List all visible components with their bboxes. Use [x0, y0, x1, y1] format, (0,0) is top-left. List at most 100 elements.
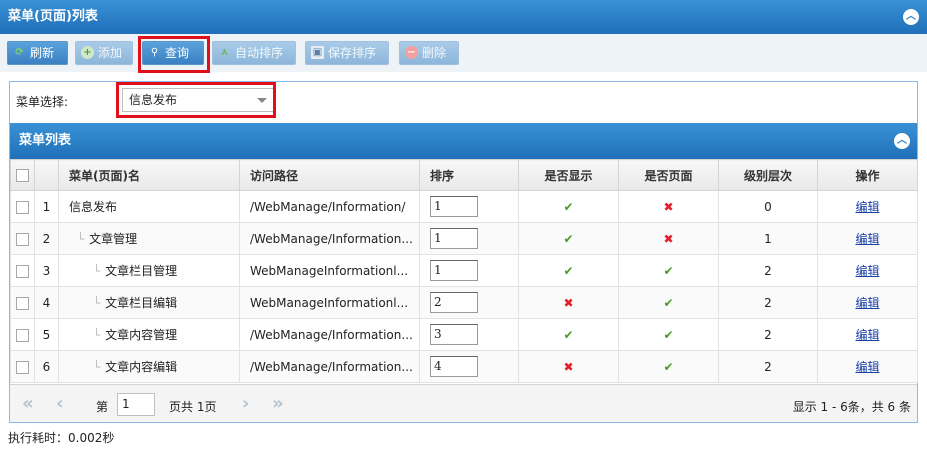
row-number: 6 — [34, 350, 59, 383]
add-button[interactable]: + 添加 — [75, 41, 133, 65]
menu-name: 文章内容编辑 — [105, 360, 178, 374]
cross-icon: ✖ — [563, 359, 574, 374]
menu-table: 菜单(页面)名 访问路径 排序 是否显示 是否页面 级别层次 操作 1 信息发布… — [10, 159, 918, 383]
col-show[interactable]: 是否显示 — [518, 159, 619, 191]
order-cell: 2 — [419, 286, 519, 319]
select-all-cell[interactable] — [10, 159, 35, 191]
collapse-icon[interactable]: ︿ — [903, 9, 919, 25]
action-cell: 编辑 — [817, 350, 918, 383]
exec-time: 执行耗时：0.002秒 — [8, 431, 115, 445]
cross-icon: ✖ — [663, 231, 674, 246]
select-all-checkbox[interactable] — [16, 169, 29, 182]
row-number: 4 — [34, 286, 59, 319]
plus-icon: + — [81, 46, 94, 59]
save-icon: ▣ — [311, 46, 324, 59]
page-number-input[interactable]: 1 — [117, 393, 155, 416]
table-row[interactable]: 4 └ 文章栏目编辑 WebManageInformationl... 2 ✖ ✔ 2 编辑 — [10, 286, 918, 319]
order-input[interactable]: 4 — [430, 356, 478, 377]
page-cell: ✔ — [618, 286, 719, 319]
row-checkbox[interactable] — [16, 296, 29, 310]
col-path[interactable]: 访问路径 — [239, 159, 420, 191]
menu-list-panel: 菜单选择: 信息发布 菜单列表 ︿ 菜单(页面)名 访问路径 排序 是否显示 是… — [9, 81, 918, 423]
menu-name-cell: └ 文章栏目管理 — [58, 254, 240, 287]
level-cell: 1 — [718, 222, 818, 255]
menu-name: 信息发布 — [69, 200, 118, 214]
page-cell: ✖ — [618, 190, 719, 223]
order-input[interactable]: 1 — [430, 228, 478, 249]
row-checkbox[interactable] — [16, 200, 29, 214]
window-titlebar: 菜单(页面)列表 ︿ — [0, 0, 927, 34]
edit-link[interactable]: 编辑 — [855, 264, 879, 278]
order-input[interactable]: 2 — [430, 292, 478, 313]
refresh-button[interactable]: ⟳ 刷新 — [7, 41, 68, 65]
order-cell: 4 — [419, 350, 519, 383]
cross-icon: ✖ — [663, 199, 674, 214]
list-title: 菜单列表 — [19, 133, 72, 148]
row-number: 1 — [34, 190, 59, 223]
prev-page-icon[interactable]: ‹ — [56, 393, 63, 414]
row-select-cell[interactable] — [10, 222, 35, 255]
col-page[interactable]: 是否页面 — [618, 159, 719, 191]
edit-link[interactable]: 编辑 — [855, 200, 879, 214]
list-header: 菜单列表 ︿ — [10, 123, 917, 159]
row-select-cell[interactable] — [10, 350, 35, 383]
order-cell: 1 — [419, 190, 519, 223]
show-cell: ✔ — [518, 222, 619, 255]
row-select-cell[interactable] — [10, 286, 35, 319]
delete-label: 删除 — [422, 46, 447, 60]
page-cell: ✔ — [618, 254, 719, 287]
first-page-icon[interactable]: « — [22, 393, 34, 414]
auto-sort-button[interactable]: ⋏ 自动排序 — [212, 41, 296, 65]
table-row[interactable]: 3 └ 文章栏目管理 WebManageInformationl... 1 ✔ ✔ 2 编辑 — [10, 254, 918, 287]
order-input[interactable]: 3 — [430, 324, 478, 345]
last-page-icon[interactable]: » — [272, 393, 284, 414]
auto-sort-label: 自动排序 — [235, 46, 284, 60]
row-select-cell[interactable] — [10, 254, 35, 287]
path-cell: /WebManage/Information/ — [239, 190, 420, 223]
show-cell: ✔ — [518, 318, 619, 351]
show-cell: ✖ — [518, 350, 619, 383]
order-cell: 1 — [419, 254, 519, 287]
check-icon: ✔ — [563, 263, 574, 278]
order-cell: 1 — [419, 222, 519, 255]
next-page-icon[interactable]: › — [242, 393, 249, 414]
row-number: 5 — [34, 318, 59, 351]
edit-link[interactable]: 编辑 — [855, 328, 879, 342]
row-checkbox[interactable] — [16, 232, 29, 246]
col-name[interactable]: 菜单(页面)名 — [58, 159, 240, 191]
refresh-icon: ⟳ — [15, 47, 24, 58]
check-icon: ✔ — [563, 231, 574, 246]
collapse-list-icon[interactable]: ︿ — [894, 133, 910, 149]
table-row[interactable]: 1 信息发布/WebManage/Information/1 ✔ ✖ 0 编辑 — [10, 190, 918, 223]
edit-link[interactable]: 编辑 — [855, 360, 879, 374]
row-checkbox[interactable] — [16, 360, 29, 374]
save-sort-button[interactable]: ▣ 保存排序 — [305, 41, 389, 65]
col-level[interactable]: 级别层次 — [718, 159, 818, 191]
menu-select-label: 菜单选择: — [16, 95, 69, 109]
tree-branch-icon: └ — [93, 264, 102, 278]
path-cell: WebManageInformationl... — [239, 286, 420, 319]
action-cell: 编辑 — [817, 318, 918, 351]
table-row[interactable]: 5 └ 文章内容管理/WebManage/Information... 3 ✔ ✔ 2 编辑 — [10, 318, 918, 351]
col-num — [34, 159, 59, 191]
level-cell: 2 — [718, 254, 818, 287]
order-input[interactable]: 1 — [430, 260, 478, 281]
page-cell: ✔ — [618, 350, 719, 383]
row-select-cell[interactable] — [10, 318, 35, 351]
page-prefix: 第 — [96, 400, 109, 414]
edit-link[interactable]: 编辑 — [855, 232, 879, 246]
order-input[interactable]: 1 — [430, 196, 478, 217]
row-select-cell[interactable] — [10, 190, 35, 223]
delete-button[interactable]: − 删除 — [399, 41, 459, 65]
row-checkbox[interactable] — [16, 264, 29, 278]
menu-name: 文章内容管理 — [105, 328, 178, 342]
tree-branch-icon: └ — [93, 296, 102, 310]
edit-link[interactable]: 编辑 — [855, 296, 879, 310]
menu-name-cell: └ 文章栏目编辑 — [58, 286, 240, 319]
pager: « ‹ 第 1 页共 1页 › » 显示 1 - 6条，共 6 条 — [10, 384, 917, 422]
table-row[interactable]: 2 └ 文章管理/WebManage/Information... 1 ✔ ✖ 1 编辑 — [10, 222, 918, 255]
menu-name: 文章栏目管理 — [105, 264, 178, 278]
row-checkbox[interactable] — [16, 328, 29, 342]
table-row[interactable]: 6 └ 文章内容编辑/WebManage/Information... 4 ✖ ✔ 2 编辑 — [10, 350, 918, 383]
col-order[interactable]: 排序 — [419, 159, 519, 191]
